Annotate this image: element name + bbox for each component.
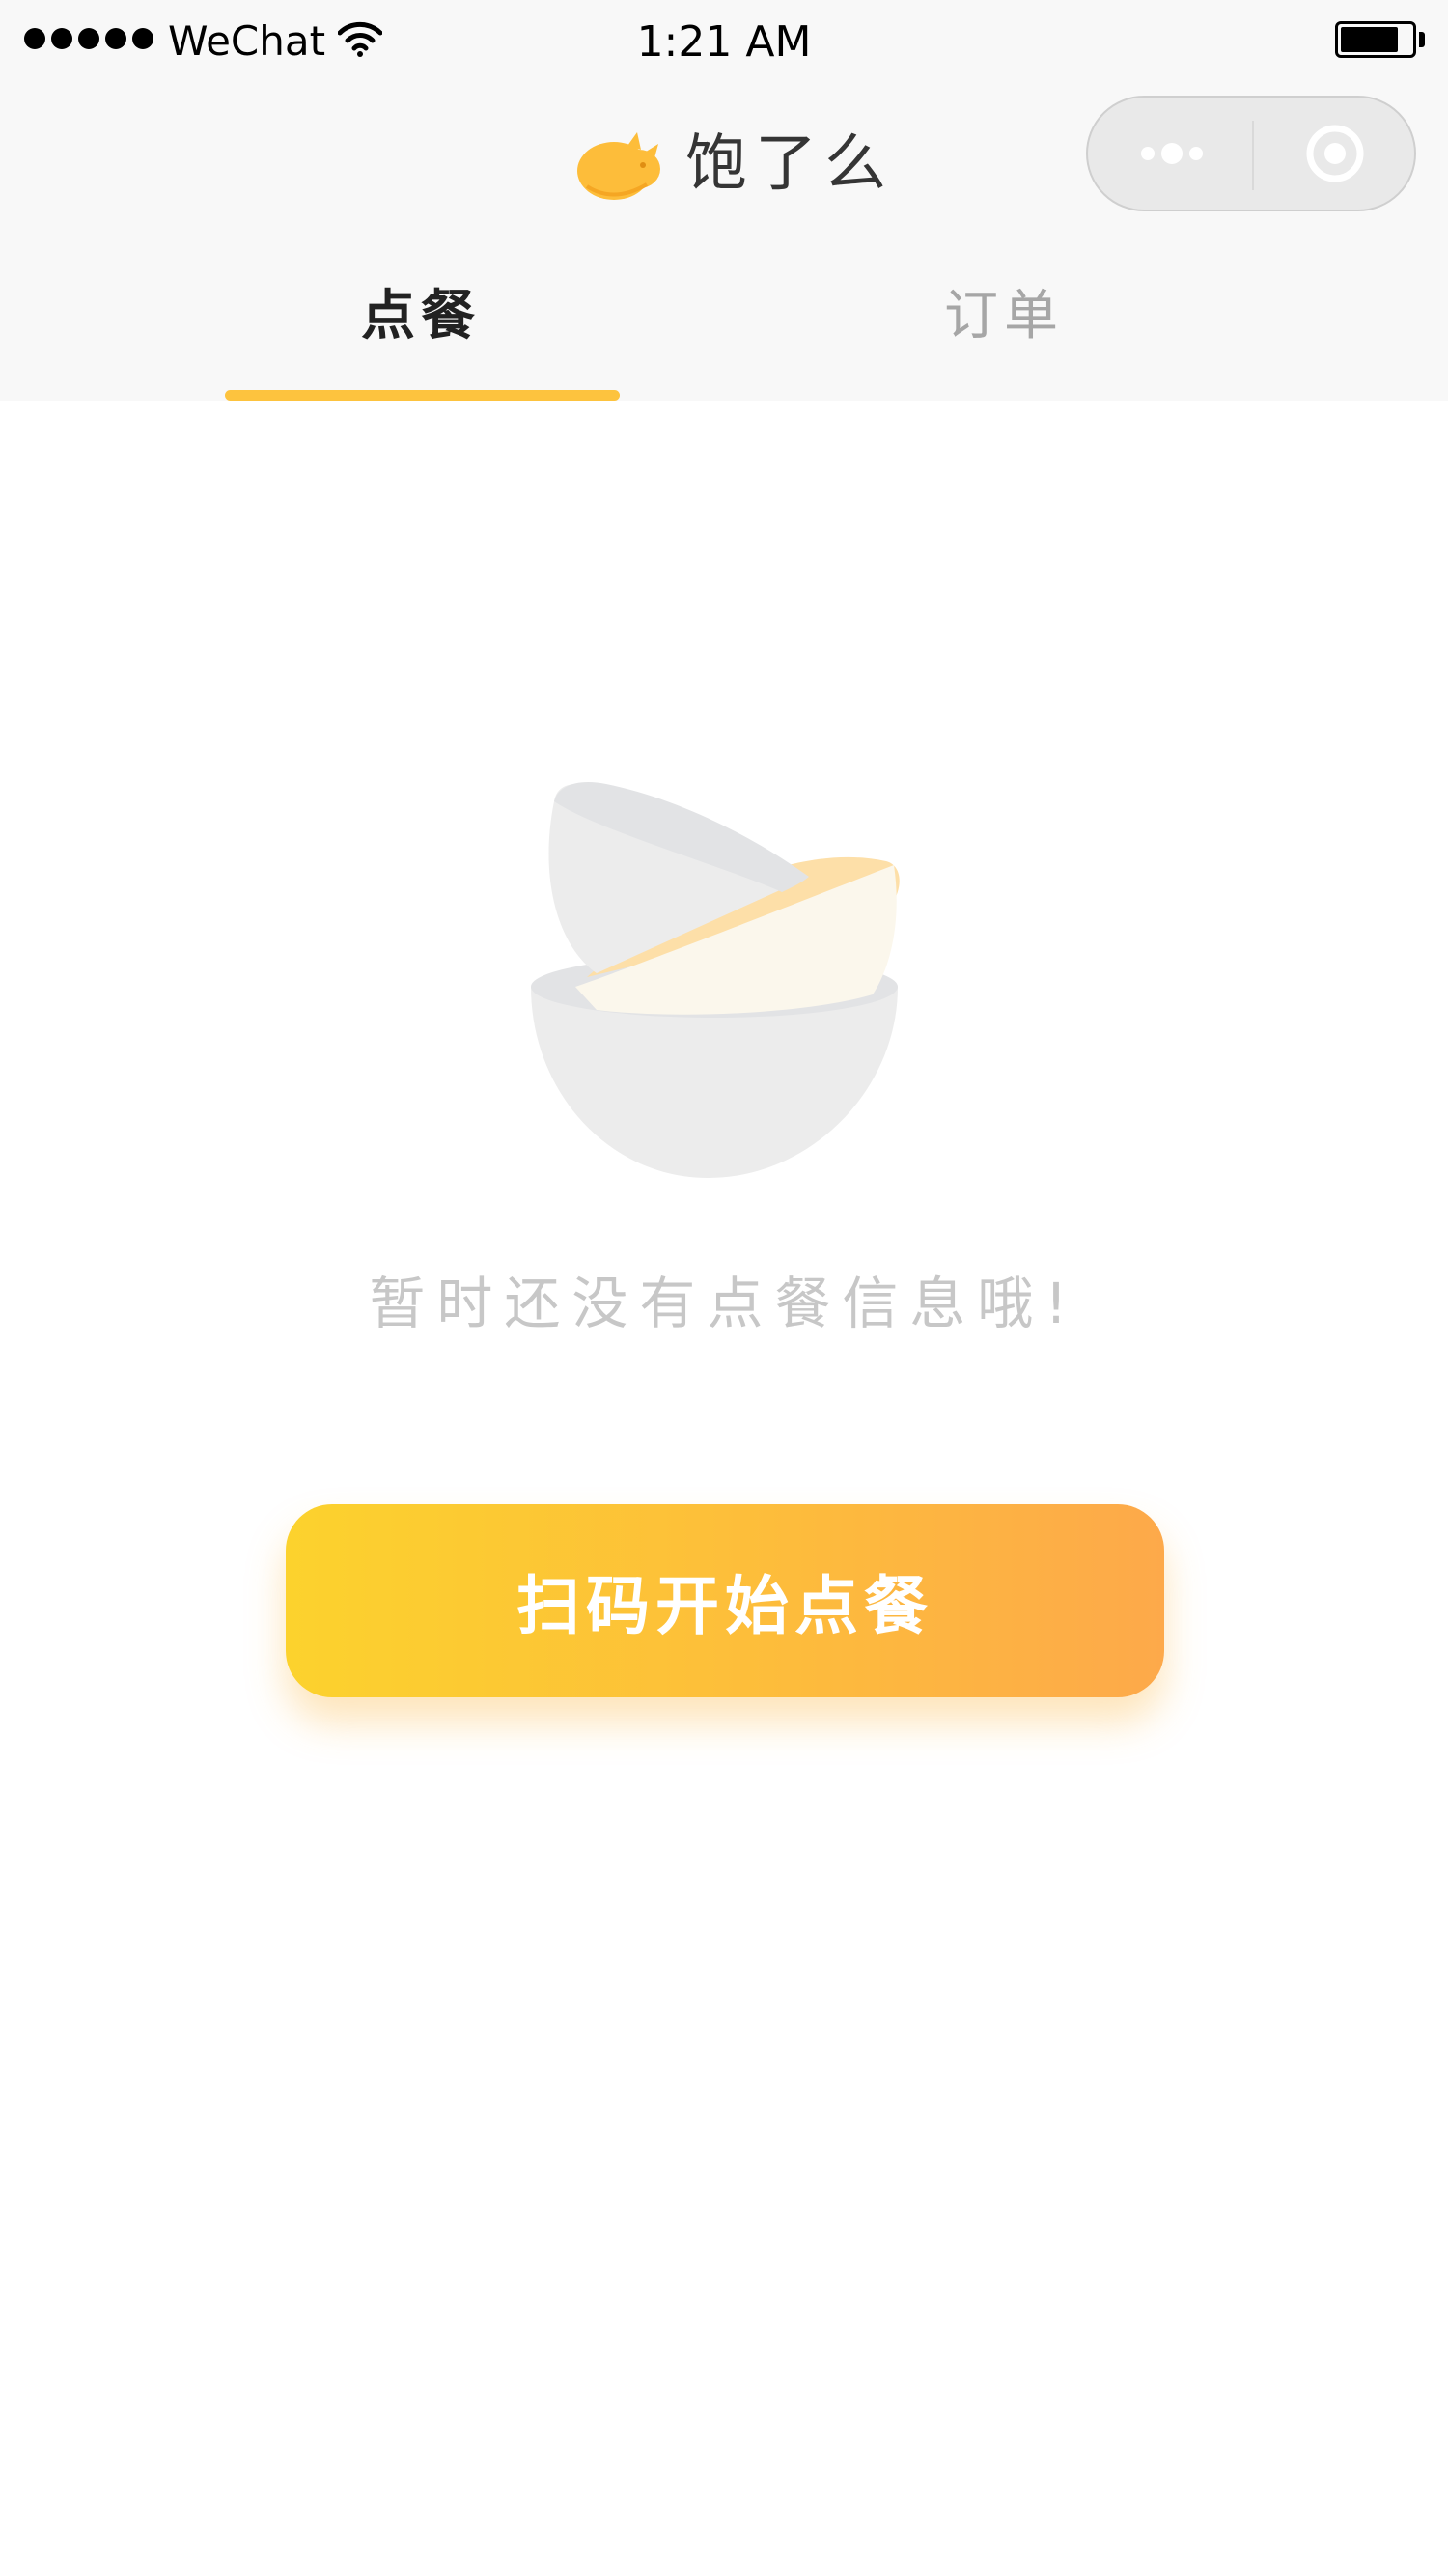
status-time: 1:21 AM	[636, 17, 812, 67]
status-bar: WeChat 1:21 AM	[0, 0, 1448, 83]
tab-order[interactable]: 点餐	[228, 273, 614, 360]
tab-orders[interactable]: 订单	[811, 273, 1197, 360]
empty-state-message: 暂时还没有点餐信息哦!	[369, 1271, 1079, 1336]
page-title: 饱了么	[685, 128, 894, 200]
more-dots-icon[interactable]	[1138, 139, 1206, 168]
miniprogram-capsule	[1086, 96, 1416, 211]
battery-icon	[1335, 21, 1416, 58]
battery-tip	[1419, 32, 1425, 47]
orange-cat-logo-icon	[577, 132, 660, 200]
capsule-divider	[1252, 121, 1254, 190]
stacked-bowls-icon	[531, 782, 900, 1178]
nav-title-group: 饱了么	[570, 116, 894, 212]
close-circle-icon[interactable]	[1305, 124, 1365, 183]
active-tab-indicator	[225, 390, 620, 401]
scan-to-order-button[interactable]: 扫码开始点餐	[286, 1504, 1164, 1697]
